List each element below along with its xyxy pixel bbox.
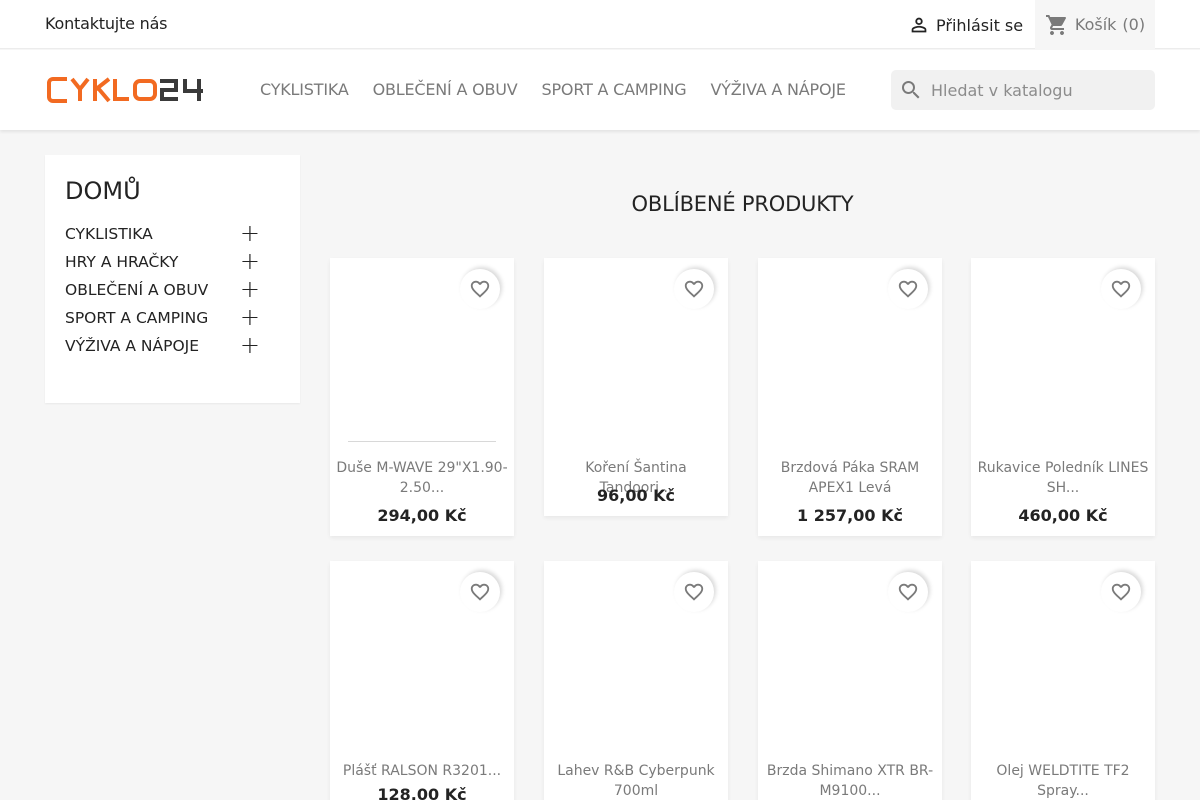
heart-outline-icon (470, 280, 490, 298)
product-card[interactable]: Lahev R&B Cyberpunk 700ml (544, 561, 728, 800)
product-price: 1 257,00 Kč (797, 506, 903, 525)
sidebar-item-label[interactable]: CYKLISTIKA (65, 225, 153, 243)
contact-link[interactable]: Kontaktujte nás (45, 14, 168, 33)
product-price: 460,00 Kč (1018, 506, 1108, 525)
product-card[interactable]: Plášť RALSON R3201... 128,00 Kč (330, 561, 514, 800)
sidebar-item-label[interactable]: HRY A HRAČKY (65, 253, 178, 271)
person-icon (911, 17, 927, 33)
product-name[interactable]: Lahev R&B Cyberpunk 700ml (550, 761, 722, 800)
wishlist-button[interactable] (460, 269, 500, 309)
login-link[interactable]: Přihlásit se (908, 14, 1023, 36)
product-card[interactable]: Duše M-WAVE 29"X1.90-2.50... 294,00 Kč (330, 258, 514, 536)
product-name[interactable]: Olej WELDTITE TF2 Spray... (977, 761, 1149, 800)
wishlist-button[interactable] (888, 269, 928, 309)
heart-outline-icon (898, 583, 918, 601)
heart-outline-icon (898, 280, 918, 298)
nav-sport-a-camping[interactable]: SPORT A CAMPING (542, 80, 687, 99)
product-card[interactable]: Brzdová Páka SRAM APEX1 Levá 1 257,00 Kč (758, 258, 942, 536)
product-price: 294,00 Kč (377, 506, 467, 525)
sidebar-item-vyziva-a-napoje[interactable]: VÝŽIVA A NÁPOJE + (65, 331, 270, 365)
wishlist-button[interactable] (888, 572, 928, 612)
heart-outline-icon (470, 583, 490, 601)
product-name[interactable]: Rukavice Poledník LINES SH... (977, 458, 1149, 498)
category-sidebar: DOMŮ CYKLISTIKA + HRY A HRAČKY + OBLEČEN… (45, 155, 300, 403)
nav-cyklistika[interactable]: CYKLISTIKA (260, 80, 349, 99)
search-input[interactable] (931, 80, 1151, 100)
product-name[interactable]: Duše M-WAVE 29"X1.90-2.50... (336, 458, 508, 498)
product-name[interactable]: Brzdová Páka SRAM APEX1 Levá (764, 458, 936, 498)
expand-plus-icon[interactable]: + (240, 275, 260, 303)
wishlist-button[interactable] (674, 572, 714, 612)
expand-plus-icon[interactable]: + (240, 331, 260, 359)
product-card[interactable]: Koření Šantina Tandoori... 96,00 Kč (544, 258, 728, 516)
sidebar-item-label[interactable]: SPORT A CAMPING (65, 309, 208, 327)
sidebar-item-label[interactable]: OBLEČENÍ A OBUV (65, 281, 208, 299)
search-icon[interactable] (899, 78, 923, 102)
product-card[interactable]: Brzda Shimano XTR BR-M9100... (758, 561, 942, 800)
product-name[interactable]: Plášť RALSON R3201... (336, 761, 508, 781)
featured-products-title: OBLÍBENÉ PRODUKTY (631, 192, 854, 216)
product-price: 96,00 Kč (596, 486, 676, 505)
product-card[interactable]: Olej WELDTITE TF2 Spray... (971, 561, 1155, 800)
product-card[interactable]: Rukavice Poledník LINES SH... 460,00 Kč (971, 258, 1155, 536)
expand-plus-icon[interactable]: + (240, 247, 260, 275)
heart-outline-icon (684, 583, 704, 601)
sidebar-item-label[interactable]: VÝŽIVA A NÁPOJE (65, 337, 199, 355)
sidebar-title[interactable]: DOMŮ (65, 177, 141, 205)
main-header: CYKLISTIKA OBLEČENÍ A OBUV SPORT A CAMPI… (0, 50, 1200, 130)
wishlist-button[interactable] (674, 269, 714, 309)
cyklo24-logo[interactable] (45, 75, 207, 105)
wishlist-button[interactable] (460, 572, 500, 612)
product-price: 128,00 Kč (377, 785, 467, 800)
login-label: Přihlásit se (936, 15, 1024, 35)
cart-count: (0) (1122, 15, 1146, 34)
search-box (891, 70, 1155, 110)
cart-icon (1045, 14, 1066, 35)
category-list: CYKLISTIKA + HRY A HRAČKY + OBLEČENÍ A O… (65, 219, 270, 365)
wishlist-button[interactable] (1101, 269, 1141, 309)
expand-plus-icon[interactable]: + (240, 303, 260, 331)
cart-label: Košík (1074, 15, 1117, 34)
product-name[interactable]: Brzda Shimano XTR BR-M9100... (764, 761, 936, 800)
expand-plus-icon[interactable]: + (240, 219, 260, 247)
nav-vyziva-a-napoje[interactable]: VÝŽIVA A NÁPOJE (710, 80, 846, 99)
top-bar: Kontaktujte nás Přihlásit se Košík (0) (0, 0, 1200, 49)
divider (348, 441, 496, 442)
cart-button[interactable]: Košík (0) (1035, 0, 1155, 49)
nav-obleceni-a-obuv[interactable]: OBLEČENÍ A OBUV (373, 80, 518, 99)
heart-outline-icon (1111, 583, 1131, 601)
main-nav: CYKLISTIKA OBLEČENÍ A OBUV SPORT A CAMPI… (260, 80, 870, 99)
heart-outline-icon (1111, 280, 1131, 298)
wishlist-button[interactable] (1101, 572, 1141, 612)
heart-outline-icon (684, 280, 704, 298)
